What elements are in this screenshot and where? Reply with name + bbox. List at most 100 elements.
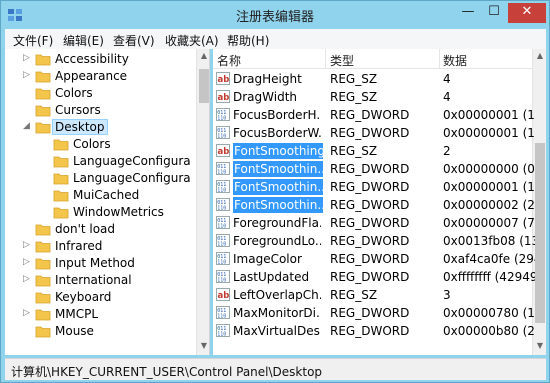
scroll-up-arrow-icon[interactable]: ▲ bbox=[198, 51, 209, 63]
value-type: REG_DWORD bbox=[330, 270, 410, 284]
value-data: 2 bbox=[443, 144, 451, 158]
tree-item-label: Mouse bbox=[55, 324, 94, 338]
scroll-down-arrow-icon[interactable]: ▼ bbox=[198, 341, 209, 353]
expand-arrow-icon[interactable]: ◢ bbox=[23, 121, 33, 131]
tree-item-label: LanguageConfigura bbox=[73, 154, 191, 168]
folder-icon bbox=[35, 69, 51, 83]
svg-text:110: 110 bbox=[217, 224, 226, 230]
folder-icon bbox=[35, 52, 51, 66]
tree-item-label: MuiCached bbox=[73, 188, 140, 202]
svg-text:110: 110 bbox=[217, 314, 226, 320]
svg-text:ab: ab bbox=[218, 75, 230, 85]
registry-key-tree[interactable]: ▲ ▼ ▷ Accessibility ▷ Appearance Colors Curso… bbox=[5, 49, 210, 355]
value-name: LastUpdated bbox=[233, 270, 310, 284]
folder-icon bbox=[53, 154, 69, 168]
registry-value-row[interactable]: 011 110 MaxMonitorDi... REG_DWORD 0x00000780… bbox=[213, 304, 535, 322]
folder-icon bbox=[35, 273, 51, 287]
value-name: FocusBorderW... bbox=[233, 126, 321, 140]
scrollbar-thumb[interactable] bbox=[535, 143, 545, 323]
tree-item-label: International bbox=[55, 273, 132, 287]
folder-icon bbox=[53, 137, 69, 151]
menu-edit[interactable]: 编辑(E) bbox=[63, 32, 104, 49]
registry-value-row[interactable]: 011 110 ImageColor REG_DWORD 0xaf4ca0fe (294 bbox=[213, 250, 535, 268]
menu-help[interactable]: 帮助(H) bbox=[227, 32, 269, 49]
folder-icon bbox=[35, 239, 51, 253]
column-type-header[interactable]: 类型 bbox=[330, 52, 354, 69]
registry-values-list[interactable]: 名称 类型 数据 ▲ ▼ ab DragHeight REG_SZ 4 ab DragWi… bbox=[213, 49, 546, 355]
registry-value-row[interactable]: ab DragWidth REG_SZ 4 bbox=[213, 88, 533, 106]
value-name: DragHeight bbox=[233, 72, 302, 86]
minimize-button[interactable]: — bbox=[455, 3, 481, 23]
tree-item-label: don't load bbox=[55, 222, 116, 236]
registry-value-row[interactable]: 011 110 LastUpdated REG_DWORD 0xffffffff (42… bbox=[213, 268, 535, 286]
folder-icon bbox=[35, 120, 51, 134]
menu-view[interactable]: 查看(V) bbox=[113, 32, 155, 49]
registry-value-row[interactable]: ab FontSmoothing REG_SZ 2 bbox=[213, 142, 533, 160]
registry-value-row[interactable]: ab LeftOverlapCh... REG_SZ 3 bbox=[213, 286, 533, 304]
value-type: REG_DWORD bbox=[330, 198, 410, 212]
maximize-button[interactable]: ☐ bbox=[481, 3, 507, 23]
value-data: 0x00000001 (1) bbox=[443, 180, 535, 194]
folder-icon bbox=[53, 171, 69, 185]
folder-icon bbox=[35, 290, 51, 304]
value-name: FontSmoothing bbox=[233, 143, 323, 159]
svg-text:110: 110 bbox=[217, 278, 226, 284]
column-data-header[interactable]: 数据 bbox=[443, 52, 467, 69]
value-data: 0x00000002 (2) bbox=[443, 198, 535, 212]
expand-arrow-icon[interactable]: ▷ bbox=[23, 240, 33, 250]
title-bar[interactable]: 注册表编辑器 — ☐ ✕ bbox=[1, 1, 549, 29]
value-type: REG_DWORD bbox=[330, 252, 410, 266]
value-name: ImageColor bbox=[233, 252, 302, 266]
expand-arrow-icon[interactable]: ▷ bbox=[23, 308, 33, 318]
svg-text:ab: ab bbox=[218, 93, 230, 103]
scroll-up-arrow-icon[interactable]: ▲ bbox=[534, 51, 546, 63]
expand-arrow-icon[interactable]: ▷ bbox=[23, 257, 33, 267]
tree-item-label: Colors bbox=[55, 86, 93, 100]
binary-value-icon: 011 110 bbox=[216, 306, 230, 320]
expand-arrow-icon[interactable]: ▷ bbox=[23, 53, 33, 63]
tree-item-label: Desktop bbox=[52, 119, 108, 135]
registry-value-row[interactable]: 011 110 FocusBorderH... REG_DWORD 0x00000001… bbox=[213, 106, 535, 124]
registry-value-row[interactable]: 011 110 FocusBorderW... REG_DWORD 0x00000001… bbox=[213, 124, 535, 142]
binary-value-icon: 011 110 bbox=[216, 180, 230, 194]
value-name: FontSmoothin... bbox=[233, 161, 323, 177]
binary-value-icon: 011 110 bbox=[216, 252, 230, 266]
column-name-header[interactable]: 名称 bbox=[217, 52, 241, 69]
menu-file[interactable]: 文件(F) bbox=[13, 32, 53, 49]
scroll-down-arrow-icon[interactable]: ▼ bbox=[534, 341, 546, 353]
tree-item-label: Cursors bbox=[55, 103, 101, 117]
binary-value-icon: 011 110 bbox=[216, 270, 230, 284]
value-type: REG_DWORD bbox=[330, 180, 410, 194]
value-type: REG_DWORD bbox=[330, 234, 410, 248]
menu-favorites[interactable]: 收藏夹(A) bbox=[165, 32, 219, 49]
svg-text:ab: ab bbox=[218, 147, 230, 157]
svg-text:110: 110 bbox=[217, 134, 226, 140]
expand-arrow-icon[interactable]: ▷ bbox=[23, 70, 33, 80]
value-type: REG_SZ bbox=[330, 288, 378, 302]
value-type: REG_DWORD bbox=[330, 126, 410, 140]
registry-value-row[interactable]: ab DragHeight REG_SZ 4 bbox=[213, 70, 533, 88]
scrollbar-thumb[interactable] bbox=[199, 69, 209, 103]
registry-value-row[interactable]: 011 110 FontSmoothin... REG_DWORD 0x00000002… bbox=[213, 196, 535, 214]
binary-value-icon: 011 110 bbox=[216, 162, 230, 176]
registry-value-row[interactable]: 011 110 FontSmoothin... REG_DWORD 0x00000000… bbox=[213, 160, 535, 178]
svg-text:110: 110 bbox=[217, 188, 226, 194]
value-data: 0x00000007 (7) bbox=[443, 216, 535, 230]
value-type: REG_DWORD bbox=[330, 108, 410, 122]
registry-value-row[interactable]: 011 110 ForegroundLo... REG_DWORD 0x0013fb08… bbox=[213, 232, 535, 250]
binary-value-icon: 011 110 bbox=[216, 126, 230, 140]
registry-value-row[interactable]: 011 110 ForegroundFla... REG_DWORD 0x0000000… bbox=[213, 214, 535, 232]
svg-text:110: 110 bbox=[217, 332, 226, 338]
registry-value-row[interactable]: 011110MaxVirtualDes... REG_DWORD 0x00000b8… bbox=[213, 322, 535, 340]
registry-value-row[interactable]: 011 110 FontSmoothin... REG_DWORD 0x00000001… bbox=[213, 178, 535, 196]
tree-item-label: Keyboard bbox=[55, 290, 112, 304]
value-data: 0xffffffff (42949 bbox=[443, 270, 535, 284]
value-type: REG_SZ bbox=[330, 72, 378, 86]
svg-text:110: 110 bbox=[217, 242, 226, 248]
string-value-icon: ab bbox=[216, 72, 230, 85]
close-button[interactable]: ✕ bbox=[508, 3, 546, 23]
expand-arrow-icon[interactable]: ▷ bbox=[23, 274, 33, 284]
folder-icon bbox=[35, 307, 51, 321]
tree-scrollbar[interactable]: ▲ ▼ bbox=[196, 49, 209, 355]
folder-icon bbox=[35, 256, 51, 270]
